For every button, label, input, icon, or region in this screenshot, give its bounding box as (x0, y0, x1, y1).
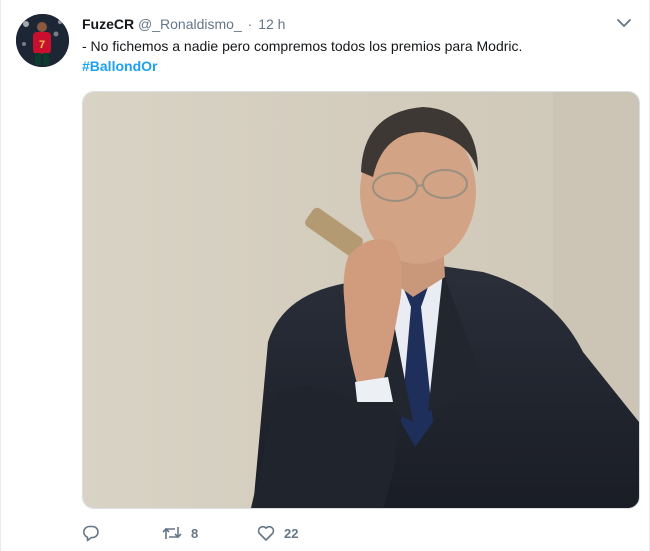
tweet-actions: 8 22 (82, 523, 337, 543)
retweet-icon (162, 524, 182, 542)
like-button[interactable]: 22 (257, 524, 337, 542)
author-handle[interactable]: @_Ronaldismo_ (138, 16, 242, 32)
tweet-header: FuzeCR @_Ronaldismo_ · 12 h (82, 14, 633, 34)
retweet-count: 8 (191, 525, 199, 541)
reply-button[interactable] (82, 524, 162, 542)
avatar-image: 7 (16, 14, 69, 67)
photo-man-on-phone (83, 92, 639, 508)
author-name[interactable]: FuzeCR (82, 16, 134, 32)
tweet-card[interactable]: 7 FuzeCR @_Ronaldismo_ · 12 h - No fiche… (0, 0, 650, 551)
hashtag-link[interactable]: #BallondOr (82, 58, 157, 74)
tweet-photo[interactable] (82, 91, 640, 509)
tweet-text-line: - No fichemos a nadie pero compremos tod… (82, 38, 523, 54)
retweet-button[interactable]: 8 (162, 524, 257, 542)
reply-icon (82, 524, 100, 542)
avatar[interactable]: 7 (16, 14, 69, 67)
avatar-shirt-number: 7 (39, 39, 45, 51)
tweet-text: - No fichemos a nadie pero compremos tod… (82, 36, 622, 76)
separator-dot: · (247, 16, 253, 32)
heart-icon (257, 524, 275, 542)
timestamp[interactable]: 12 h (258, 16, 285, 32)
chevron-down-icon[interactable] (615, 14, 633, 32)
like-count: 22 (284, 525, 299, 541)
